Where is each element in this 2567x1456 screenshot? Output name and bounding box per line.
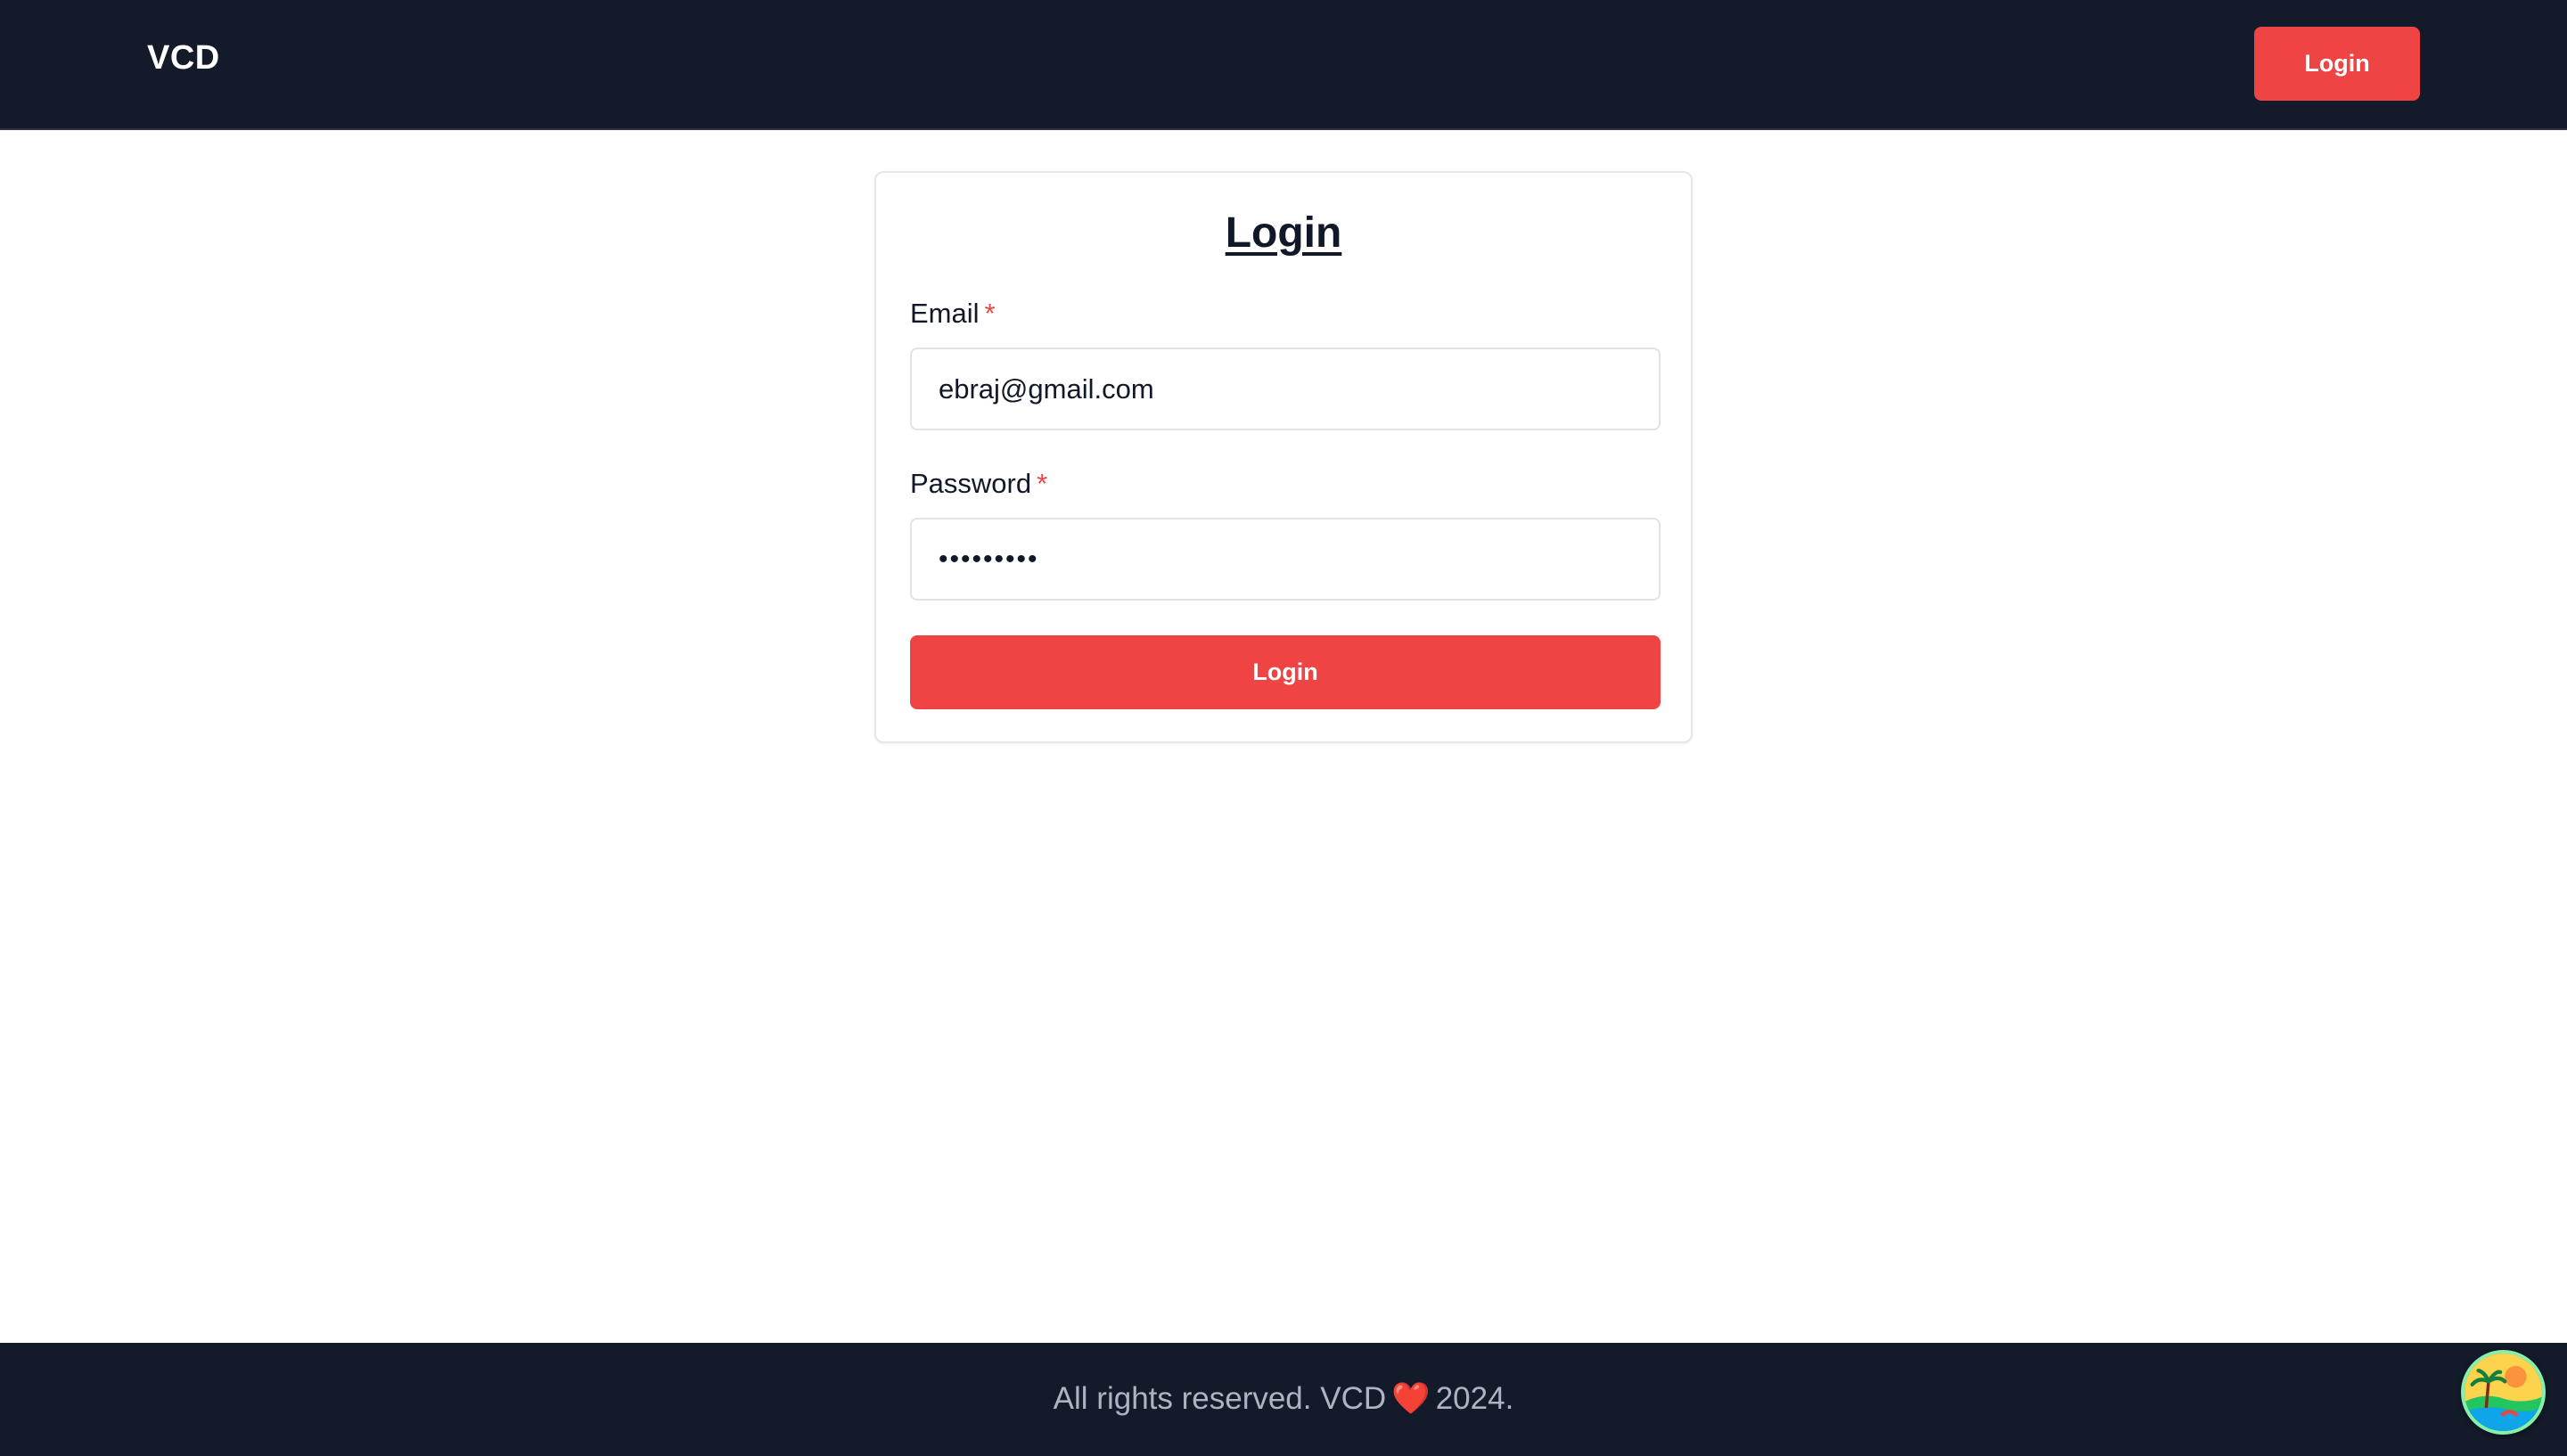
brand-logo[interactable]: VCD bbox=[147, 39, 220, 78]
login-submit-button[interactable]: Login bbox=[910, 635, 1661, 709]
required-mark: * bbox=[1037, 468, 1048, 499]
email-label: Email * bbox=[910, 298, 996, 330]
footer-copyright: All rights reserved. VCD ❤️ 2024. bbox=[0, 1380, 2567, 1417]
beach-sunset-avatar-icon[interactable] bbox=[2461, 1350, 2546, 1435]
email-field[interactable] bbox=[910, 348, 1661, 430]
password-label: Password * bbox=[910, 468, 1047, 500]
login-card: Login Email* Password* Login bbox=[874, 171, 1693, 743]
footer-text-start: All rights reserved. VCD bbox=[1053, 1381, 1387, 1416]
email-label-text: Email bbox=[910, 298, 980, 329]
footer: All rights reserved. VCD ❤️ 2024. bbox=[0, 1343, 2567, 1456]
footer-year: 2024. bbox=[1435, 1381, 1514, 1416]
nav-login-button[interactable]: Login bbox=[2254, 27, 2420, 101]
page-title: Login bbox=[1225, 209, 1342, 257]
password-field[interactable] bbox=[910, 518, 1661, 601]
required-mark: * bbox=[984, 298, 996, 329]
navbar: VCD Login bbox=[0, 0, 2567, 130]
password-label-text: Password bbox=[910, 468, 1032, 499]
heart-icon: ❤️ bbox=[1391, 1381, 1431, 1416]
